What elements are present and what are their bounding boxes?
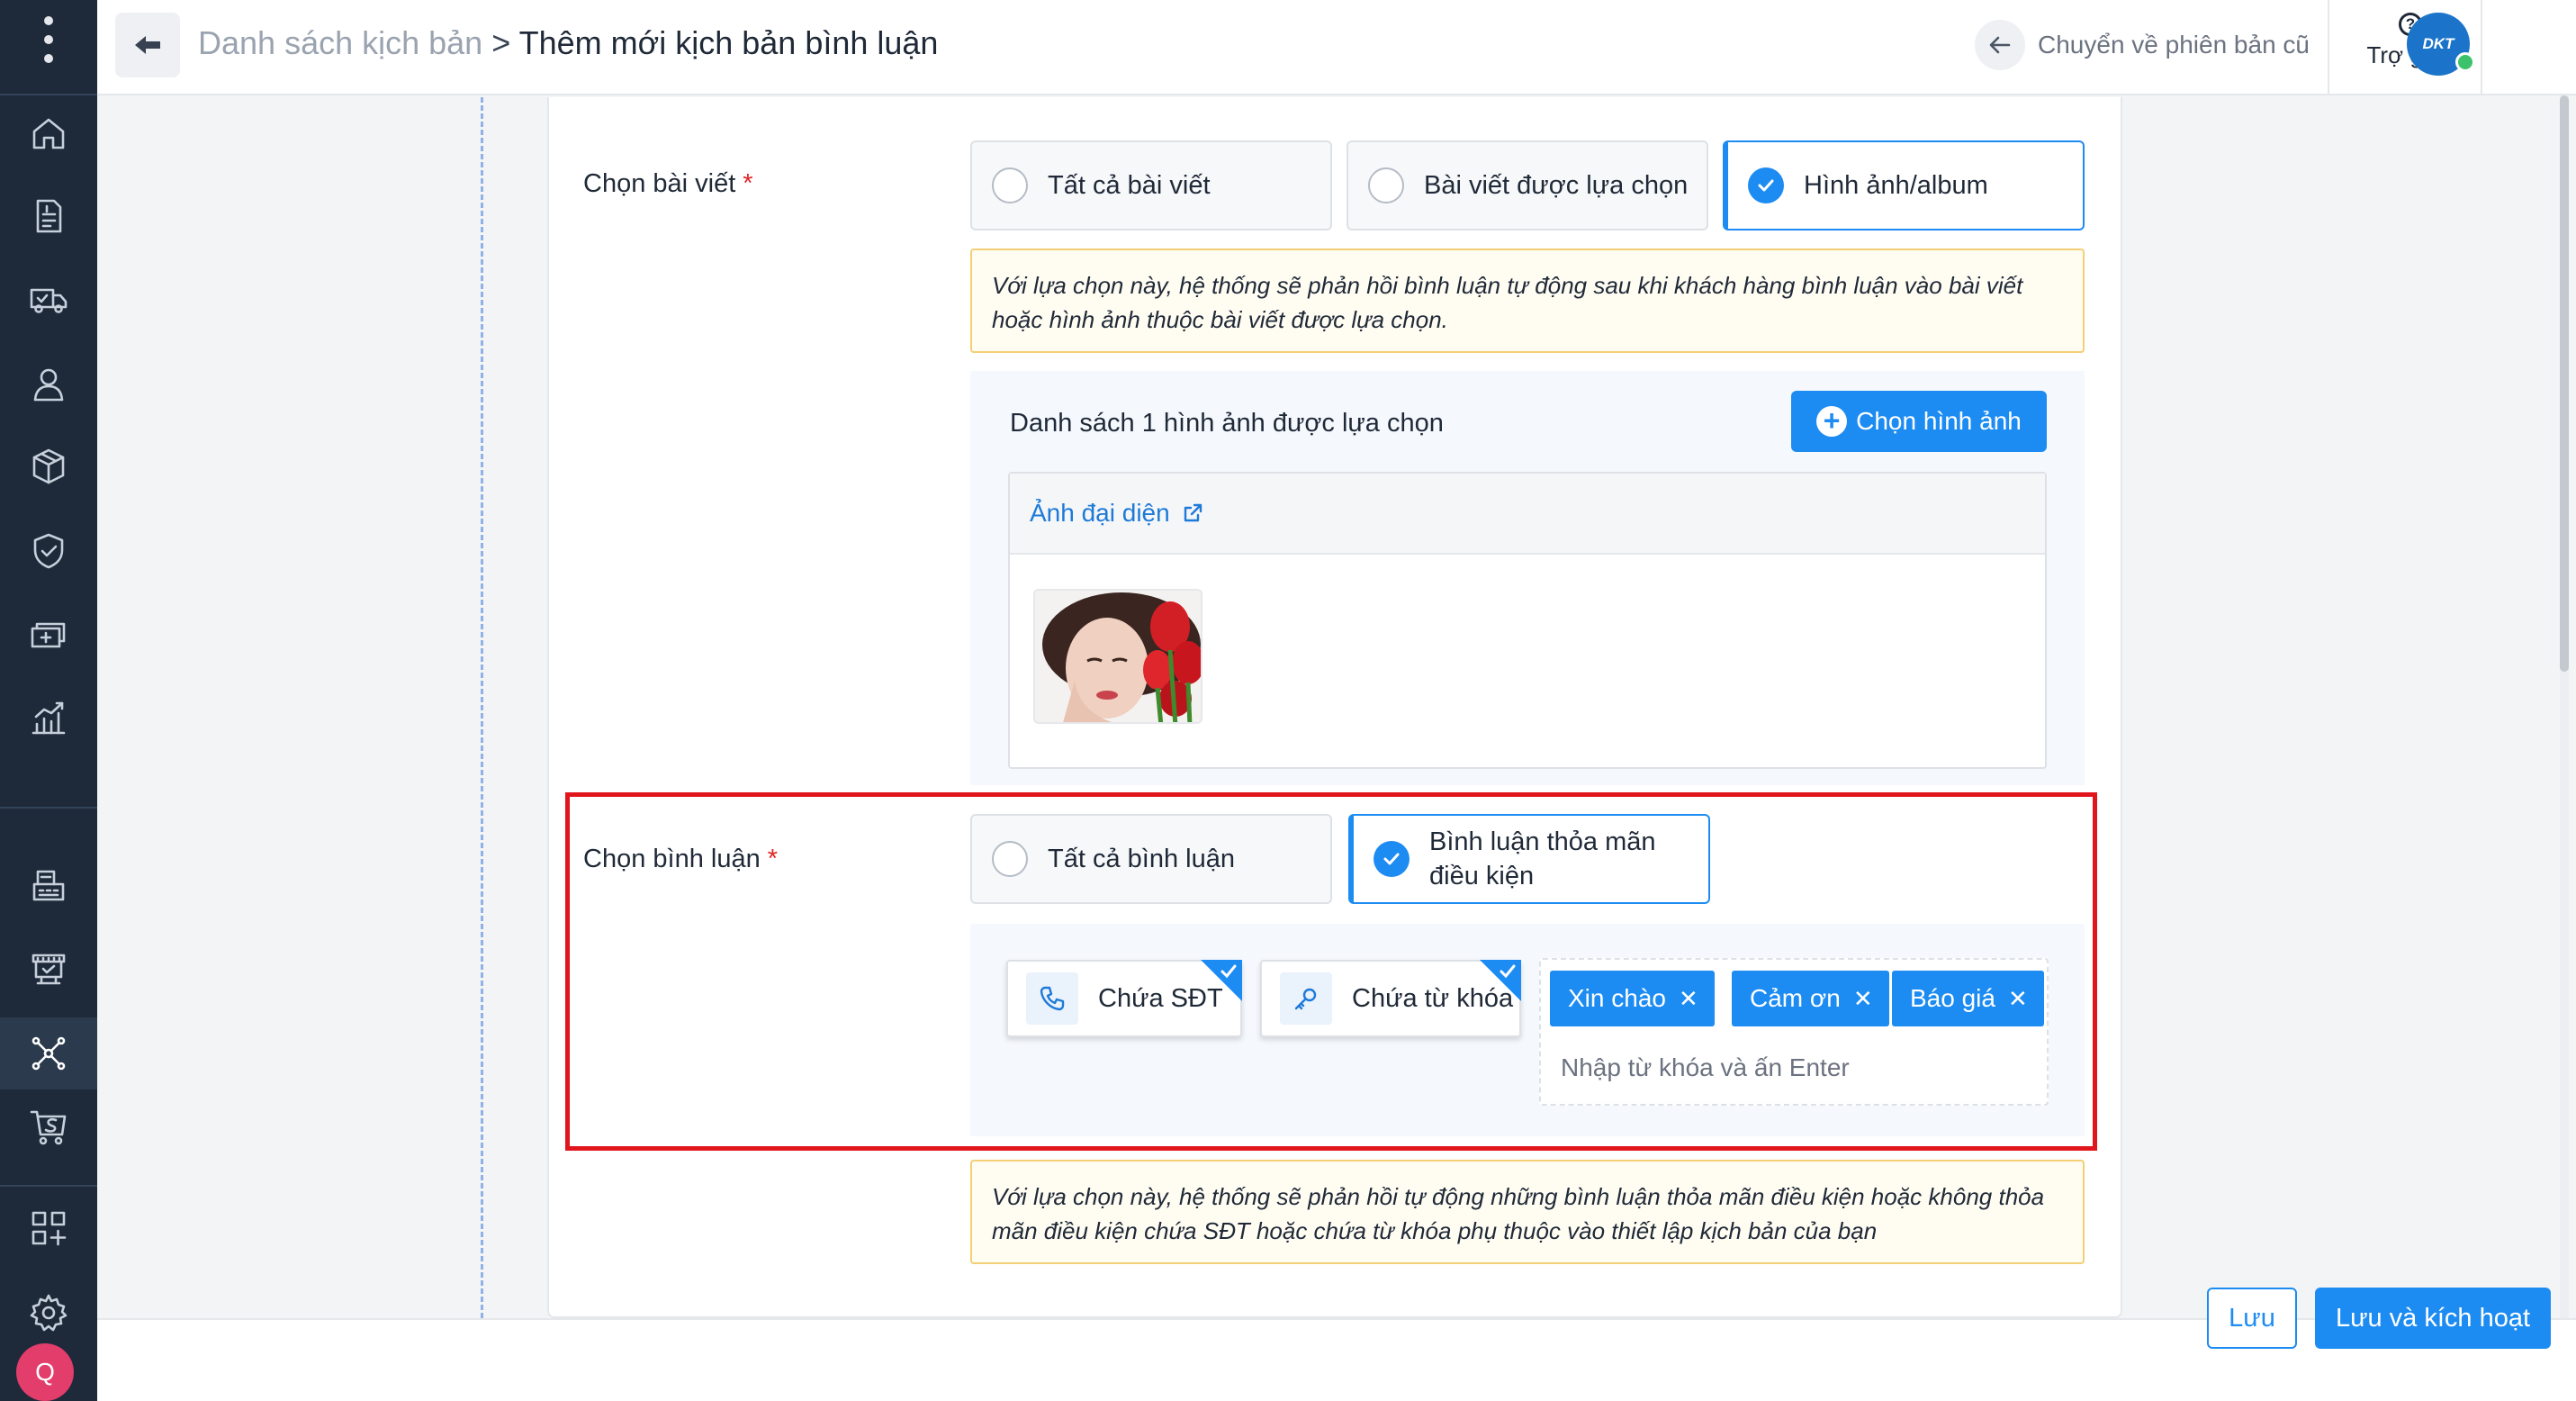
back-button[interactable] [115, 13, 180, 77]
sidebar-item-settings[interactable] [0, 1277, 97, 1349]
post-option-image-album[interactable]: Hình ảnh/album [1723, 140, 2085, 230]
sidebar-item-store[interactable] [0, 933, 97, 1005]
page-title: Thêm mới kịch bản bình luận [518, 24, 939, 61]
left-dashed-guide [481, 97, 483, 1318]
footer-bar [97, 1318, 2576, 1401]
old-version-label: Chuyển về phiên bản cũ [2038, 31, 2310, 59]
shopping-cart-s-icon [30, 1110, 67, 1145]
sidebar-item-customers[interactable] [0, 348, 97, 420]
left-sidebar: Q [0, 0, 97, 1401]
portrait-flowers-image [1035, 591, 1201, 722]
cashbook-icon [31, 622, 66, 648]
sidebar-item-pos[interactable] [0, 848, 97, 920]
breadcrumb-separator: > [491, 24, 511, 61]
sidebar-divider [0, 807, 97, 809]
profile-picture-link[interactable]: Ảnh đại diện [1030, 499, 1170, 528]
shield-check-icon [33, 533, 64, 569]
report-chart-icon [32, 701, 66, 735]
sidebar-item-integration[interactable] [0, 1017, 97, 1089]
pos-register-icon [32, 870, 65, 901]
radio-unchecked-icon[interactable] [1368, 167, 1404, 203]
choose-image-button[interactable]: + Chọn hình ảnh [1791, 391, 2047, 452]
comment-info-note: Với lựa chọn này, hệ thống sẽ phản hồi t… [970, 1160, 2085, 1264]
image-list-header: Ảnh đại diện [1010, 474, 2045, 555]
external-link-icon[interactable] [1181, 502, 1204, 525]
selected-image-thumbnail[interactable] [1033, 589, 1202, 724]
post-section-label: Chọn bài viết * [583, 169, 753, 198]
arrow-left-icon [1975, 20, 2025, 70]
header-divider [2328, 0, 2329, 95]
integration-network-icon [32, 1036, 66, 1071]
option-label: Hình ảnh/album [1804, 170, 1988, 200]
option-label: Tất cả bài viết [1048, 170, 1211, 200]
scrollbar-thumb[interactable] [2560, 95, 2569, 672]
sidebar-item-delivery[interactable] [0, 263, 97, 335]
sidebar-item-reports[interactable] [0, 681, 97, 753]
radio-checked-icon[interactable] [1748, 167, 1784, 203]
home-icon [32, 118, 65, 149]
save-button[interactable]: Lưu [2207, 1288, 2297, 1349]
orders-icon [36, 199, 62, 233]
online-status-dot [2455, 52, 2475, 72]
settings-gear-icon [30, 1294, 68, 1332]
header-divider [2481, 0, 2482, 95]
post-option-all[interactable]: Tất cả bài viết [970, 140, 1332, 230]
highlight-frame [565, 792, 2097, 1151]
selected-images-panel: Danh sách 1 hình ảnh được lựa chọn + Chọ… [970, 371, 2085, 785]
arrow-left-icon [135, 36, 160, 54]
image-list-box: Ảnh đại diện [1008, 472, 2047, 769]
plus-circle-icon: + [1816, 406, 1848, 437]
apps-grid-icon [32, 1211, 67, 1246]
menu-dots-icon[interactable] [36, 13, 61, 67]
sidebar-item-warranty[interactable] [0, 515, 97, 587]
sidebar-item-apps[interactable] [0, 1192, 97, 1264]
breadcrumb-parent-link[interactable]: Danh sách kịch bản [198, 24, 482, 61]
customer-icon [33, 368, 64, 402]
old-version-button[interactable]: Chuyển về phiên bản cũ [1975, 16, 2310, 74]
post-info-note: Với lựa chọn này, hệ thống sẽ phản hồi b… [970, 249, 2085, 353]
option-label: Bài viết được lựa chọn [1424, 170, 1689, 200]
sidebar-divider [0, 1185, 97, 1187]
top-header: Danh sách kịch bản > Thêm mới kịch bản b… [97, 0, 2576, 95]
delivery-truck-icon [30, 288, 68, 313]
store-display-icon [32, 954, 66, 985]
post-option-selected-posts[interactable]: Bài viết được lựa chọn [1347, 140, 1708, 230]
radio-unchecked-icon[interactable] [992, 167, 1028, 203]
sidebar-item-products[interactable] [0, 430, 97, 502]
user-avatar[interactable]: Q [16, 1343, 74, 1401]
save-and-activate-button[interactable]: Lưu và kích hoạt [2315, 1288, 2551, 1349]
sidebar-divider [0, 94, 97, 95]
breadcrumb: Danh sách kịch bản > Thêm mới kịch bản b… [198, 22, 938, 65]
sidebar-item-shopping[interactable] [0, 1091, 97, 1163]
choose-image-label: Chọn hình ảnh [1856, 407, 2022, 435]
sidebar-item-home[interactable] [0, 97, 97, 169]
selected-images-title: Danh sách 1 hình ảnh được lựa chọn [1010, 409, 1444, 438]
required-mark: * [743, 169, 753, 198]
sidebar-item-cashbook[interactable] [0, 598, 97, 670]
product-box-icon [32, 448, 65, 484]
sidebar-item-orders[interactable] [0, 180, 97, 252]
